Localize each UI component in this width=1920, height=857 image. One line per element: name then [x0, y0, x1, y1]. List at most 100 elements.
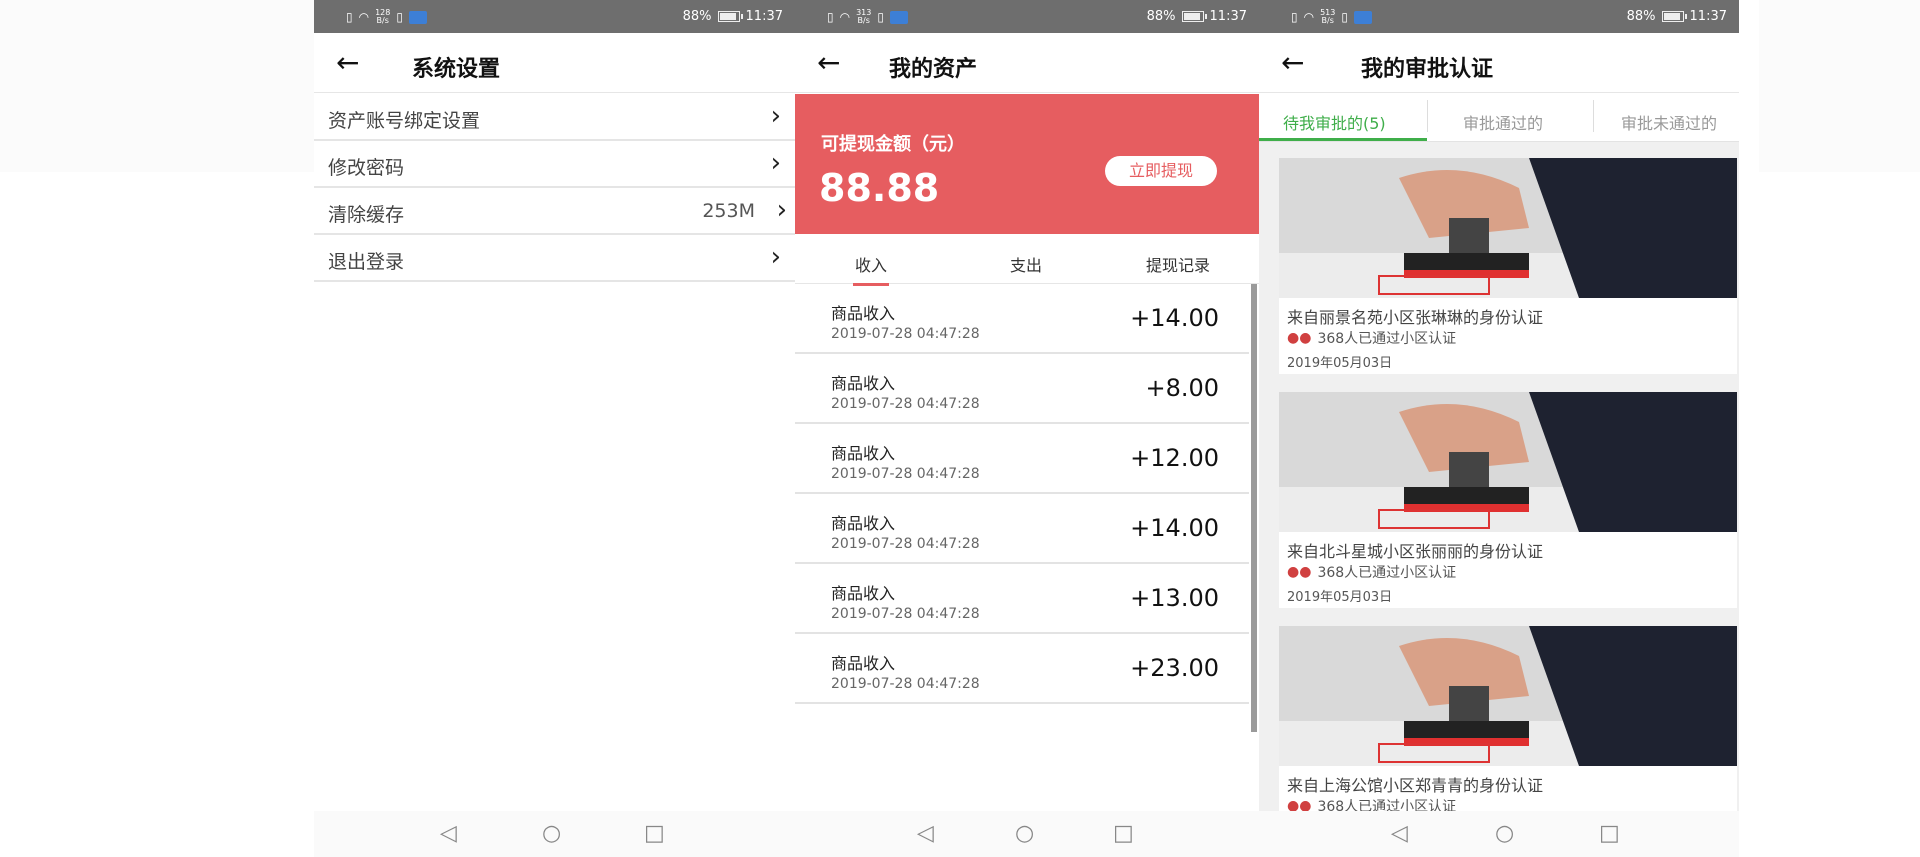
card-date: 2019年05月03日 — [1287, 356, 1393, 371]
app-notification-icon — [408, 10, 427, 24]
record-time: 2019-07-28 04:47:28 — [831, 536, 980, 552]
settings-row-clear-cache[interactable]: 清除缓存 253M › — [314, 189, 795, 235]
tab-expense[interactable]: 支出 — [1010, 252, 1042, 276]
battery-percent: 88% — [682, 9, 712, 24]
back-arrow-icon[interactable]: ← — [817, 45, 840, 81]
record-time: 2019-07-28 04:47:28 — [831, 326, 980, 342]
nav-back-icon[interactable]: ◁ — [440, 821, 457, 846]
status-bar: ▯ ◠ 128 B/s ▯ 88% 11:37 — [314, 0, 795, 33]
approval-card[interactable]: 来自丽景名苑小区张琳琳的身份认证 ●● 368人已通过小区认证 2019年05月… — [1279, 158, 1737, 374]
withdraw-button[interactable]: 立即提现 — [1105, 156, 1217, 186]
vibrate-icon: ▯ — [877, 10, 884, 24]
record-name: 商品收入 — [831, 654, 896, 673]
settings-row-logout[interactable]: 退出登录 › — [314, 236, 795, 282]
stamp-photo — [1279, 158, 1737, 298]
withdrawable-amount: 88.88 — [819, 166, 940, 210]
title-bar: ← 我的资产 — [795, 33, 1259, 93]
record-time: 2019-07-28 04:47:28 — [831, 606, 980, 622]
settings-row-label: 清除缓存 — [328, 204, 405, 226]
people-icon: ●● — [1287, 330, 1312, 346]
back-arrow-icon[interactable]: ← — [1281, 45, 1304, 81]
vibrate-icon: ▯ — [1341, 10, 1348, 24]
record-name: 商品收入 — [831, 584, 896, 603]
stamp-photo — [1279, 626, 1737, 766]
people-icon: ●● — [1287, 564, 1312, 580]
battery-percent: 88% — [1146, 9, 1176, 24]
status-bar: ▯ ◠ 513 B/s ▯ 88% 11:37 — [1259, 0, 1739, 33]
record-amount: +23.00 — [1130, 654, 1219, 682]
settings-row-asset-binding[interactable]: 资产账号绑定设置 › — [314, 95, 795, 141]
sim-icon: ▯ — [346, 10, 353, 24]
status-right: 88% 11:37 — [1627, 9, 1727, 24]
speed-unit: B/s — [857, 16, 870, 25]
system-nav-bar: ◁ ○ □ — [795, 811, 1259, 857]
nav-recents-icon[interactable]: □ — [1599, 821, 1620, 846]
record-amount: +13.00 — [1130, 584, 1219, 612]
wifi-icon: ◠ — [839, 10, 851, 24]
tab-divider — [1593, 100, 1594, 132]
settings-row-label: 资产账号绑定设置 — [328, 110, 481, 132]
nav-home-icon[interactable]: ○ — [542, 821, 561, 846]
list-item[interactable]: 商品收入 2019-07-28 04:47:28 +12.00 — [795, 424, 1249, 494]
record-time: 2019-07-28 04:47:28 — [831, 676, 980, 692]
chevron-right-icon: › — [770, 101, 781, 131]
record-time: 2019-07-28 04:47:28 — [831, 396, 980, 412]
list-item[interactable]: 商品收入 2019-07-28 04:47:28 +13.00 — [795, 564, 1249, 634]
settings-screen: ▯ ◠ 128 B/s ▯ 88% 11:37 ← 系统设置 资产账号绑定设置 … — [314, 0, 795, 857]
speed-unit: B/s — [376, 16, 389, 25]
records-tabs: 收入 支出 提现记录 — [795, 234, 1259, 286]
app-notification-icon — [889, 10, 908, 24]
approval-list: 来自丽景名苑小区张琳琳的身份认证 ●● 368人已通过小区认证 2019年05月… — [1259, 142, 1739, 842]
speed-unit: B/s — [1321, 16, 1334, 25]
wifi-icon: ◠ — [358, 10, 370, 24]
approval-card[interactable]: 来自北斗星城小区张丽丽的身份认证 ●● 368人已通过小区认证 2019年05月… — [1279, 392, 1737, 608]
record-time: 2019-07-28 04:47:28 — [831, 466, 980, 482]
sim-icon: ▯ — [1291, 10, 1298, 24]
approvals-screen: ▯ ◠ 513 B/s ▯ 88% 11:37 ← 我的审批认证 待我审批的(5… — [1259, 0, 1759, 857]
nav-home-icon[interactable]: ○ — [1495, 821, 1514, 846]
active-tab-underline — [1259, 138, 1427, 141]
record-name: 商品收入 — [831, 304, 896, 323]
network-speed: 513 B/s — [1320, 9, 1335, 25]
approval-card[interactable]: 来自上海公馆小区郑青青的身份认证 ●● 368人已通过小区认证 — [1279, 626, 1737, 842]
list-item[interactable]: 商品收入 2019-07-28 04:47:28 +23.00 — [795, 634, 1249, 704]
card-date: 2019年05月03日 — [1287, 590, 1393, 605]
sim-icon: ▯ — [827, 10, 834, 24]
clock: 11:37 — [1689, 9, 1727, 24]
nav-home-icon[interactable]: ○ — [1015, 821, 1034, 846]
tab-divider — [1427, 100, 1428, 132]
record-amount: +14.00 — [1130, 514, 1219, 542]
title-bar: ← 我的审批认证 — [1259, 33, 1739, 93]
list-item[interactable]: 商品收入 2019-07-28 04:47:28 +8.00 — [795, 354, 1249, 424]
withdrawable-label: 可提现金额（元） — [821, 134, 965, 155]
page-title: 系统设置 — [412, 57, 501, 82]
assets-screen: ▯ ◠ 313 B/s ▯ 88% 11:37 ← 我的资产 可提现金额（元） … — [795, 0, 1259, 857]
cache-size-value: 253M — [702, 200, 755, 222]
nav-recents-icon[interactable]: □ — [1113, 821, 1134, 846]
battery-icon — [717, 11, 743, 22]
title-bar: ← 系统设置 — [314, 33, 795, 93]
chevron-right-icon: › — [770, 242, 781, 272]
tab-pending[interactable]: 待我审批的(5) — [1283, 110, 1386, 134]
settings-row-change-password[interactable]: 修改密码 › — [314, 142, 795, 188]
tab-withdraw-history[interactable]: 提现记录 — [1146, 252, 1210, 276]
chevron-right-icon: › — [770, 148, 781, 178]
nav-recents-icon[interactable]: □ — [644, 821, 665, 846]
scrollbar[interactable] — [1251, 284, 1257, 732]
card-subtitle: ●● 368人已通过小区认证 — [1287, 562, 1456, 582]
tab-income[interactable]: 收入 — [852, 252, 890, 286]
tab-rejected[interactable]: 审批未通过的 — [1621, 110, 1717, 134]
tab-approved[interactable]: 审批通过的 — [1463, 110, 1543, 134]
stamp-photo — [1279, 392, 1737, 532]
wifi-icon: ◠ — [1303, 10, 1315, 24]
record-amount: +12.00 — [1130, 444, 1219, 472]
record-name: 商品收入 — [831, 444, 896, 463]
nav-back-icon[interactable]: ◁ — [1391, 821, 1408, 846]
status-left: ▯ ◠ 128 B/s ▯ — [346, 9, 427, 25]
nav-back-icon[interactable]: ◁ — [917, 821, 934, 846]
list-item[interactable]: 商品收入 2019-07-28 04:47:28 +14.00 — [795, 494, 1249, 564]
system-nav-bar: ◁ ○ □ — [1259, 811, 1739, 857]
list-item[interactable]: 商品收入 2019-07-28 04:47:28 +14.00 — [795, 284, 1249, 354]
back-arrow-icon[interactable]: ← — [336, 45, 359, 81]
record-amount: +14.00 — [1130, 304, 1219, 332]
